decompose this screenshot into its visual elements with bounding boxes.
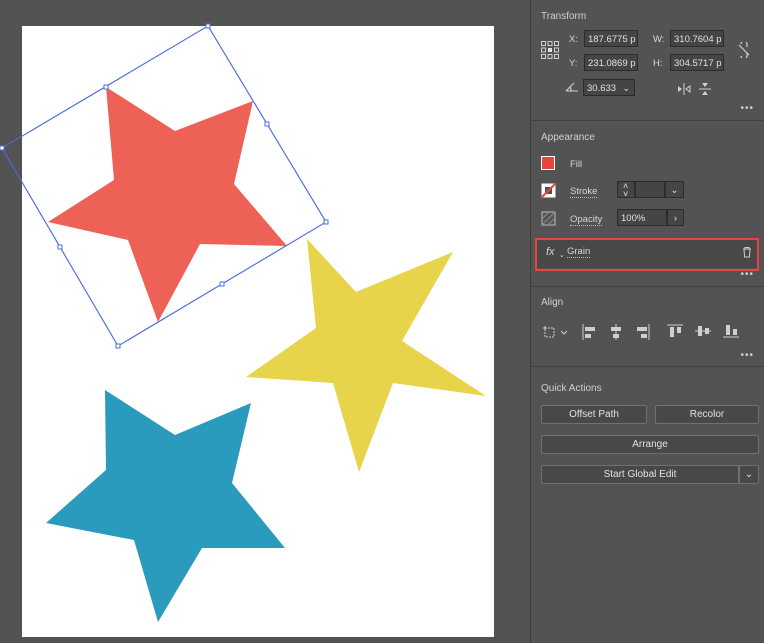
transform-section: Transform X: 187.6775 p Y: 231.0869 p W:…	[531, 0, 764, 121]
stroke-swatch-icon[interactable]	[541, 183, 556, 198]
x-field[interactable]: 187.6775 p	[584, 30, 638, 47]
handle-left[interactable]	[0, 145, 5, 151]
handle-top-right-mid[interactable]	[264, 121, 270, 127]
chevron-down-icon: ⌄	[744, 469, 754, 480]
properties-panel: Transform X: 187.6775 p Y: 231.0869 p W:…	[531, 0, 764, 643]
w-field[interactable]: 310.7604 p	[670, 30, 724, 47]
handle-right[interactable]	[323, 219, 329, 225]
constrain-proportions-icon[interactable]	[737, 42, 751, 58]
angle-field[interactable]: 30.633 ⌄	[583, 79, 635, 96]
opacity-label[interactable]: Opacity	[570, 214, 603, 226]
handle-top-left-mid[interactable]	[103, 84, 109, 90]
handle-top[interactable]	[205, 23, 211, 29]
stepper-down-icon[interactable]: ˅	[623, 186, 628, 197]
appearance-title: Appearance	[541, 132, 595, 143]
h-field[interactable]: 304.5717 p	[670, 54, 724, 71]
h-label: H:	[653, 58, 663, 69]
start-global-edit-button[interactable]: Start Global Edit	[541, 465, 739, 484]
opacity-field[interactable]: 100%	[617, 209, 667, 226]
fill-swatch[interactable]	[541, 156, 555, 170]
quick-actions-section: Quick Actions Offset Path Recolor Arrang…	[531, 366, 764, 506]
align-horizontal-center-icon[interactable]	[609, 324, 623, 340]
effect-highlight-box	[535, 238, 759, 271]
stroke-weight-field[interactable]	[635, 181, 665, 198]
quick-actions-title: Quick Actions	[541, 383, 602, 394]
y-label: Y:	[569, 58, 578, 69]
flip-vertical-icon[interactable]	[699, 82, 711, 96]
transform-more-button[interactable]: •••	[740, 103, 754, 114]
x-label: X:	[569, 34, 578, 45]
chevron-down-icon[interactable]: ⌄	[622, 80, 630, 95]
align-section: Align •••	[531, 286, 764, 367]
w-label: W:	[653, 34, 665, 45]
align-more-button[interactable]: •••	[740, 350, 754, 361]
opacity-expand-button[interactable]: ›	[667, 209, 684, 226]
transform-title: Transform	[541, 11, 587, 22]
chevron-down-icon: ⌄	[670, 185, 679, 196]
align-to-selection-icon[interactable]	[541, 324, 569, 340]
align-title: Align	[541, 297, 564, 308]
stroke-weight-dropdown[interactable]: ⌄	[665, 181, 684, 198]
recolor-button[interactable]: Recolor	[655, 405, 759, 424]
align-right-icon[interactable]	[636, 324, 650, 340]
fill-label: Fill	[570, 159, 583, 170]
y-field[interactable]: 231.0869 p	[584, 54, 638, 71]
selection-handles	[0, 23, 329, 349]
align-top-icon[interactable]	[667, 324, 683, 338]
offset-path-button[interactable]: Offset Path	[541, 405, 647, 424]
reference-point-icon[interactable]	[541, 41, 559, 59]
handle-bottom-right-mid[interactable]	[219, 281, 225, 287]
stroke-label[interactable]: Stroke	[570, 186, 598, 198]
align-bottom-icon[interactable]	[723, 324, 739, 338]
angle-value: 30.633	[587, 83, 617, 94]
flip-horizontal-icon[interactable]	[677, 83, 691, 95]
stroke-weight-stepper[interactable]: ˄ ˅	[617, 181, 635, 198]
arrange-button[interactable]: Arrange	[541, 435, 759, 454]
opacity-icon	[541, 211, 556, 226]
canvas-area[interactable]	[0, 0, 530, 643]
chevron-right-icon: ›	[673, 213, 678, 224]
align-vertical-center-icon[interactable]	[695, 324, 711, 338]
global-edit-options-button[interactable]: ⌄	[739, 465, 759, 484]
selection-outline	[1, 25, 327, 347]
rotate-angle-icon	[565, 82, 578, 92]
align-left-icon[interactable]	[582, 324, 596, 340]
handle-bottom-left-mid[interactable]	[57, 244, 63, 250]
handle-bottom[interactable]	[115, 343, 121, 349]
